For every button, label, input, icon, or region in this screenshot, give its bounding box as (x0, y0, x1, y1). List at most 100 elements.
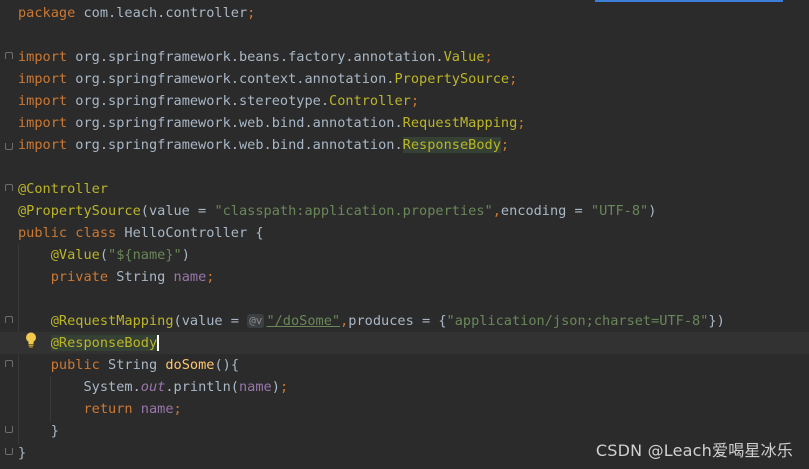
fold-class-end-icon[interactable] (5, 448, 13, 455)
code-token: RequestMapping (402, 115, 518, 131)
code-line[interactable]: @RequestMapping(value = @v "/doSome",prod… (18, 310, 809, 332)
code-token: "${name}" (108, 247, 182, 263)
code-token: Controller (329, 93, 411, 109)
code-token: @Controller (18, 181, 109, 197)
code-token: name (140, 401, 174, 417)
fold-method-start-icon[interactable] (5, 360, 13, 367)
code-token: String (108, 357, 166, 373)
code-token: } (18, 423, 59, 439)
code-line[interactable]: import org.springframework.web.bind.anno… (18, 134, 809, 156)
code-line[interactable] (18, 288, 809, 310)
code-token: .println( (165, 379, 239, 395)
code-token: System. (18, 379, 141, 395)
code-token: @Value (50, 247, 100, 263)
code-token: public class (18, 225, 125, 241)
code-token: import (18, 115, 76, 131)
code-line[interactable]: package com.leach.controller; (18, 2, 809, 24)
code-token: ; (173, 401, 182, 417)
code-token: ; (410, 93, 420, 109)
code-line[interactable] (18, 156, 809, 178)
code-token: name (239, 379, 272, 395)
code-line[interactable]: @Controller (18, 178, 809, 200)
code-token: name (173, 269, 207, 285)
code-token: return (83, 401, 141, 417)
code-token: (value = (173, 313, 248, 329)
code-token: out (140, 379, 166, 395)
code-token: import (18, 137, 76, 153)
code-line[interactable]: private String name; (18, 266, 809, 288)
code-token: import (18, 49, 76, 65)
code-line[interactable]: import org.springframework.context.annot… (18, 68, 809, 90)
code-token: public (50, 357, 109, 373)
fold-import-start-icon[interactable] (5, 52, 13, 59)
code-token: , (492, 203, 501, 219)
code-token: ; (484, 49, 493, 65)
code-token: @ResponseBody (50, 335, 158, 351)
gutter (0, 0, 14, 469)
code-token: ) (648, 203, 657, 219)
code-line[interactable]: public class HelloController { (18, 222, 809, 244)
code-token: org.springframework.web.bind.annotation. (75, 137, 403, 153)
code-token: doSome (165, 357, 215, 373)
code-token: @PropertySource (18, 203, 141, 219)
code-token: "/doSome" (266, 313, 341, 329)
code-token: (){ (214, 357, 240, 373)
code-token: com.leach.controller (83, 5, 248, 21)
code-token: "application/json;charset=UTF-8" (446, 313, 709, 329)
code-token: package (18, 5, 84, 21)
code-line[interactable]: return name; (18, 398, 809, 420)
code-line[interactable]: import org.springframework.web.bind.anno… (18, 112, 809, 134)
code-token: ResponseBody (402, 137, 501, 153)
code-token: ; (500, 137, 510, 153)
code-token: "classpath:application.properties" (214, 203, 493, 219)
code-token: import (18, 93, 76, 109)
code-token: org.springframework.web.bind.annotation. (75, 115, 403, 131)
code-line[interactable]: @PropertySource(value = "classpath:appli… (18, 200, 809, 222)
code-token: } (18, 445, 27, 461)
code-token: ( (99, 247, 109, 263)
watermark: CSDN @Leach爱喝星冰乐 (595, 441, 793, 460)
fold-method-end-icon[interactable] (5, 426, 13, 433)
code-token: "UTF-8" (590, 203, 649, 219)
code-line[interactable]: @Value("${name}") (18, 244, 809, 266)
code-token: org.springframework.stereotype. (75, 93, 330, 109)
code-token: ) (181, 247, 190, 263)
code-token: org.springframework.context.annotation. (75, 71, 395, 87)
code-line[interactable]: import org.springframework.stereotype.Co… (18, 90, 809, 112)
code-line-current[interactable]: @ResponseBody (0, 332, 809, 354)
code-line[interactable]: import org.springframework.beans.factory… (18, 46, 809, 68)
code-token: ; (509, 71, 518, 87)
code-token: PropertySource (394, 71, 510, 87)
code-editor[interactable]: package com.leach.controller; import org… (0, 0, 809, 469)
code-line[interactable]: System.out.println(name); (18, 376, 809, 398)
text-caret (157, 335, 159, 351)
lightbulb-intention-icon[interactable] (24, 331, 38, 349)
fold-method-annotation-icon[interactable] (5, 316, 13, 323)
code-token: ; (279, 379, 289, 395)
code-token: encoding = (500, 203, 591, 219)
code-token: org.springframework.beans.factory.annota… (75, 49, 444, 65)
code-token: private (50, 269, 117, 285)
code-token: produces = { (348, 313, 447, 329)
code-token: Value (443, 49, 485, 65)
code-token: (value = (140, 203, 215, 219)
code-token: String (116, 269, 174, 285)
code-token: import (18, 71, 76, 87)
fold-import-end-icon[interactable] (5, 143, 13, 150)
code-token: ; (517, 115, 526, 131)
code-token: }) (708, 313, 725, 329)
fold-class-start-icon[interactable] (5, 184, 13, 191)
code-token: ) (271, 379, 280, 395)
endpoint-inlay-icon[interactable]: @v (247, 314, 265, 328)
code-line[interactable] (18, 24, 809, 46)
code-line[interactable]: public String doSome(){ (18, 354, 809, 376)
code-token: ; (247, 5, 256, 21)
code-token: ; (206, 269, 215, 285)
code-lines[interactable]: package com.leach.controller; import org… (0, 2, 809, 464)
code-token: HelloController { (124, 225, 264, 241)
